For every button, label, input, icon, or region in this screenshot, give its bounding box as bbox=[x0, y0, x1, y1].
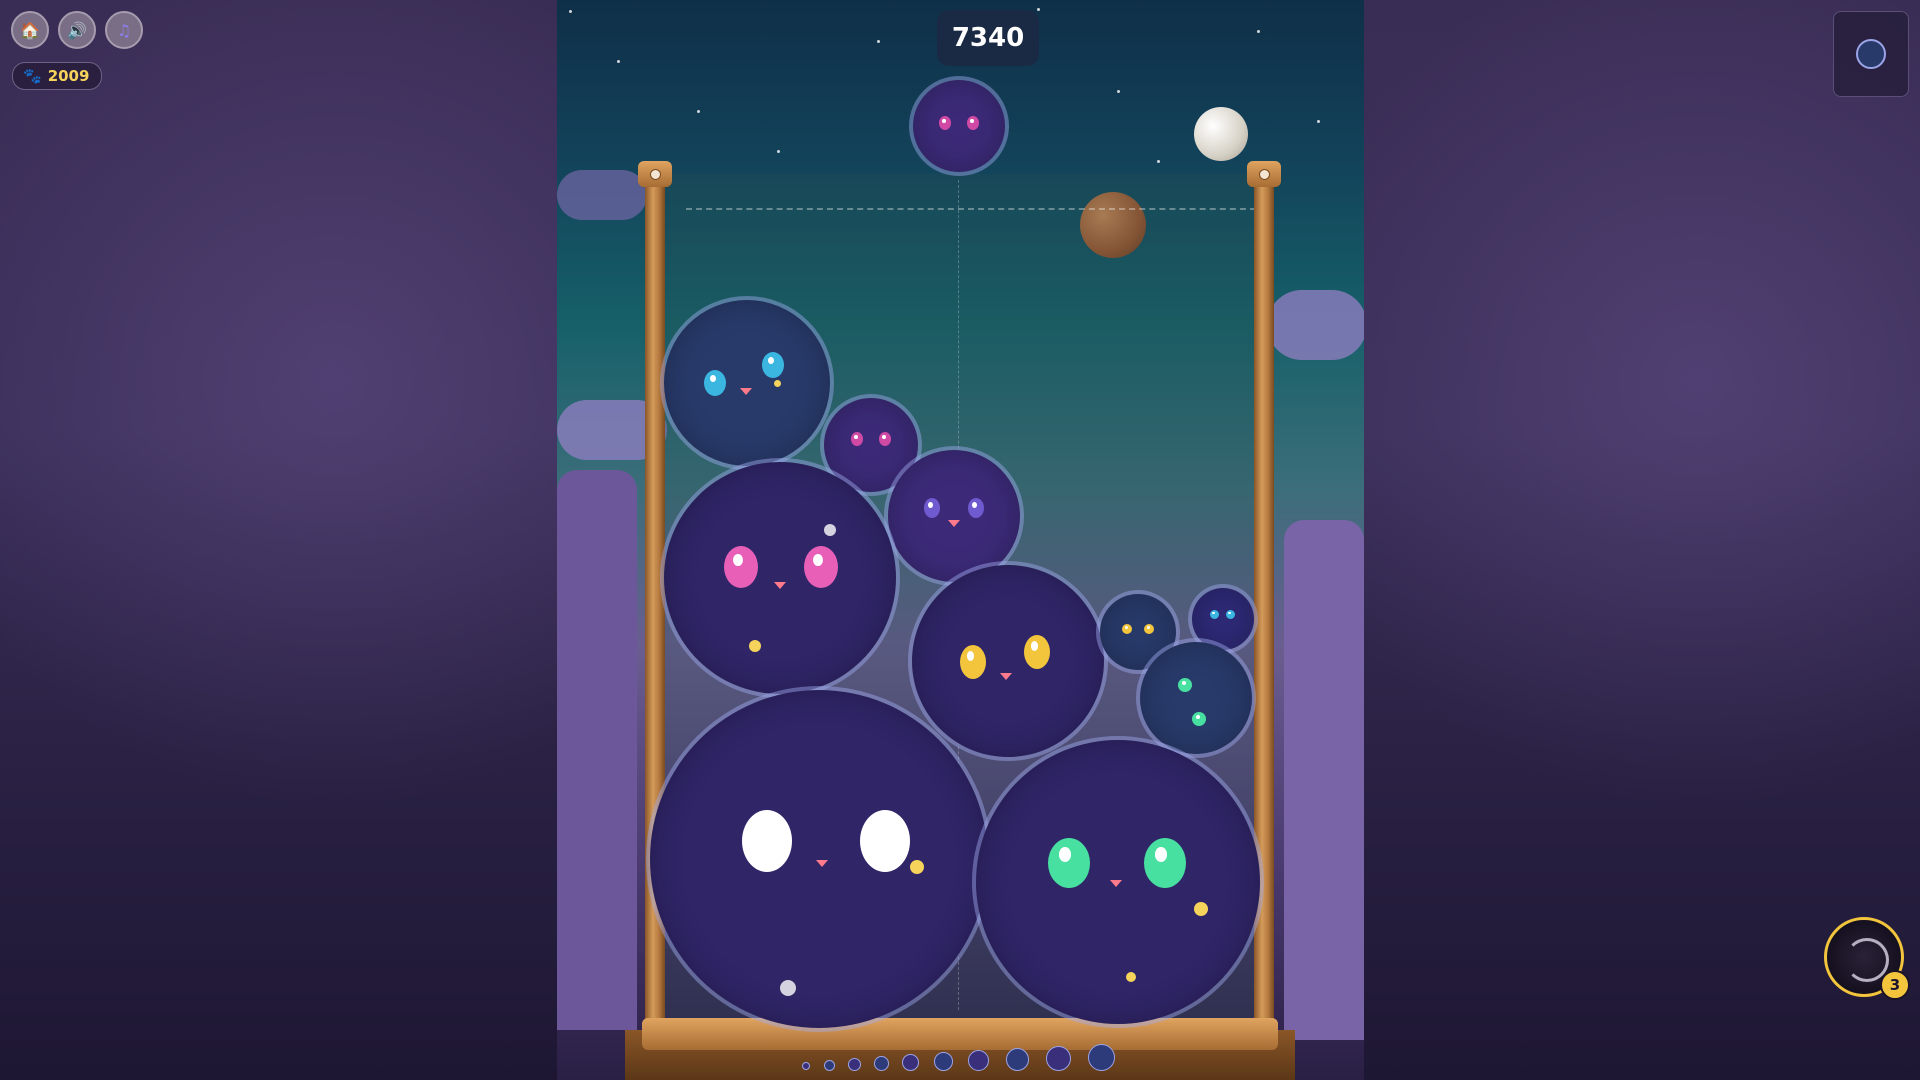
evolution-level-5 bbox=[902, 1054, 919, 1071]
cat-eye bbox=[924, 498, 940, 518]
cat-eye bbox=[879, 432, 891, 446]
sound-button[interactable]: 🔊 bbox=[58, 11, 96, 49]
star bbox=[1117, 90, 1120, 93]
evolution-level-6 bbox=[934, 1052, 953, 1071]
cat-eye bbox=[762, 352, 784, 378]
cat-nose bbox=[1110, 880, 1122, 887]
right-post-cap bbox=[1247, 161, 1281, 187]
star bbox=[777, 150, 780, 153]
next-preview-box bbox=[1833, 11, 1909, 97]
sparkle bbox=[780, 980, 796, 996]
sparkle bbox=[774, 380, 781, 387]
cat-nose bbox=[948, 520, 960, 527]
cat-nose bbox=[774, 582, 786, 589]
left-cliff bbox=[557, 470, 637, 1030]
evolution-level-8 bbox=[1006, 1048, 1029, 1071]
next-preview-cat-icon bbox=[1856, 39, 1886, 69]
left-post-cap bbox=[638, 161, 672, 187]
cat-eye bbox=[1178, 678, 1192, 692]
cat-level-7 bbox=[650, 690, 988, 1028]
score-value: 7340 bbox=[951, 23, 1025, 53]
star bbox=[877, 40, 880, 43]
cat-eye bbox=[724, 546, 758, 588]
cat-nose bbox=[816, 860, 828, 867]
home-button[interactable]: 🏠 bbox=[11, 11, 49, 49]
sparkle bbox=[1126, 972, 1136, 982]
cat-eye bbox=[1144, 838, 1186, 888]
cat-eye bbox=[939, 116, 951, 130]
sparkle bbox=[749, 640, 761, 652]
paw-icon: 🐾 bbox=[23, 67, 42, 85]
cat-eye bbox=[860, 810, 910, 872]
right-background bbox=[1364, 0, 1920, 1080]
home-icon: 🏠 bbox=[20, 20, 40, 40]
cat-nose bbox=[1000, 673, 1012, 680]
frame-base bbox=[642, 1018, 1278, 1050]
cat-nose bbox=[740, 388, 752, 395]
cat-eye bbox=[1192, 712, 1206, 726]
star bbox=[617, 60, 620, 63]
danger-line bbox=[686, 208, 1256, 210]
cat-level-3 bbox=[1140, 642, 1252, 754]
cat-eye bbox=[1226, 610, 1235, 619]
powerup-count-badge: 3 bbox=[1880, 970, 1910, 1000]
star bbox=[569, 10, 572, 13]
evolution-level-7 bbox=[968, 1050, 989, 1071]
cat-level-5 bbox=[664, 300, 830, 466]
sparkle bbox=[824, 524, 836, 536]
evolution-level-4 bbox=[874, 1056, 889, 1071]
speaker-icon: 🔊 bbox=[67, 20, 87, 40]
cat-level-4 bbox=[888, 450, 1020, 582]
cat-level-6 bbox=[664, 462, 896, 694]
cat-eye bbox=[960, 645, 986, 679]
cat-eye bbox=[742, 810, 792, 872]
cat-eye bbox=[804, 546, 838, 588]
cat-eye bbox=[1048, 838, 1090, 888]
evolution-level-10 bbox=[1088, 1044, 1115, 1071]
left-background bbox=[0, 0, 557, 1080]
sparkle bbox=[1194, 902, 1208, 916]
powerup-count: 3 bbox=[1889, 976, 1901, 994]
music-button[interactable]: ♫ bbox=[105, 11, 143, 49]
sparkle bbox=[910, 860, 924, 874]
coin-counter: 🐾 2009 bbox=[12, 62, 103, 90]
cat-level-1 bbox=[1192, 588, 1254, 650]
star bbox=[1157, 160, 1160, 163]
cloud bbox=[1267, 290, 1364, 360]
cat-eye bbox=[1210, 610, 1219, 619]
cat-eye bbox=[851, 432, 863, 446]
cat-eye bbox=[1122, 624, 1132, 634]
cat-eye bbox=[1024, 635, 1050, 669]
evolution-level-3 bbox=[848, 1058, 861, 1071]
cat-eye bbox=[1144, 624, 1154, 634]
right-cliff bbox=[1284, 520, 1364, 1040]
evolution-level-1 bbox=[802, 1062, 810, 1070]
cat-level-7 bbox=[976, 740, 1260, 1024]
star bbox=[1317, 120, 1320, 123]
star bbox=[1257, 30, 1260, 33]
next-cat[interactable] bbox=[913, 80, 1005, 172]
score-display: 7340 bbox=[937, 10, 1039, 66]
jupiter-planet bbox=[1194, 107, 1248, 161]
cat-eye bbox=[967, 116, 979, 130]
evolution-level-2 bbox=[824, 1060, 835, 1071]
cloud bbox=[557, 170, 647, 220]
cat-eye bbox=[968, 498, 984, 518]
star bbox=[697, 110, 700, 113]
coin-count: 2009 bbox=[47, 67, 90, 85]
cat-eye bbox=[704, 370, 726, 396]
star bbox=[1037, 8, 1040, 11]
music-note-icon: ♫ bbox=[116, 20, 132, 40]
cat-level-5 bbox=[912, 565, 1104, 757]
evolution-level-9 bbox=[1046, 1046, 1071, 1071]
